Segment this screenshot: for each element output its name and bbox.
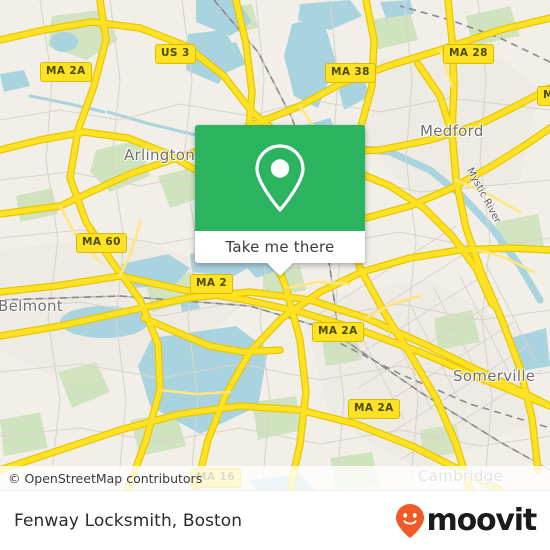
- popup-header: [195, 125, 365, 231]
- osm-attribution-text[interactable]: © OpenStreetMap contributors: [0, 471, 202, 486]
- map-attribution-bar: © OpenStreetMap contributors: [0, 466, 550, 490]
- place-popup-card[interactable]: Take me there: [195, 125, 365, 276]
- moovit-place-map-screenshot: Arlington Medford Belmont Somerville Cam…: [0, 0, 550, 550]
- road-shield-ma-38: MA 38: [325, 63, 376, 83]
- road-shield-ma-60: MA 60: [76, 233, 127, 253]
- road-shield-ma-2a-mid: MA 2A: [312, 322, 364, 342]
- moovit-wordmark: moovit: [426, 503, 538, 538]
- road-shield-us-3: US 3: [155, 44, 196, 64]
- popup-tail-triangle: [266, 262, 294, 276]
- take-me-there-label: Take me there: [225, 238, 335, 256]
- road-shield-ma-2a-northwest: MA 2A: [40, 62, 92, 82]
- road-shield-ma-2: MA 2: [190, 274, 234, 294]
- footer-bar: Fenway Locksmith, Boston moovit: [0, 490, 550, 550]
- popup-body[interactable]: Take me there: [195, 231, 365, 276]
- footer-content: Fenway Locksmith, Boston moovit: [0, 491, 550, 550]
- road-shield-ma-2a-south: MA 2A: [348, 399, 400, 419]
- moovit-logo[interactable]: moovit: [395, 503, 538, 539]
- location-pin-icon: [255, 144, 305, 212]
- road-shield-ma-28: MA 28: [443, 44, 494, 64]
- road-shield-ma-east-edge: MA: [537, 86, 550, 106]
- place-title: Fenway Locksmith, Boston: [14, 511, 243, 531]
- map-canvas[interactable]: Arlington Medford Belmont Somerville Cam…: [0, 0, 550, 490]
- moovit-smiley-pin-icon: [395, 504, 424, 538]
